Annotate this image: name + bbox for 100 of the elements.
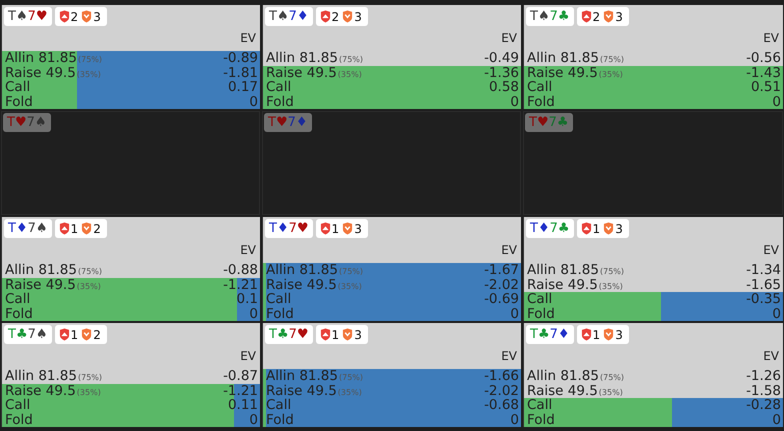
position-badge: 1 3 bbox=[576, 325, 629, 344]
shield-down-icon bbox=[603, 10, 614, 23]
hand-label: T♦7♣ bbox=[526, 219, 574, 238]
ev-header: EV bbox=[763, 349, 779, 363]
position-badge: 2 3 bbox=[54, 7, 107, 26]
ev-value: -0.56 bbox=[746, 51, 781, 66]
action-label: Call bbox=[266, 292, 292, 306]
shield-up-icon bbox=[580, 222, 592, 235]
action-label: Call bbox=[527, 398, 552, 412]
action-label: Call bbox=[527, 80, 552, 94]
action-percent: (35%) bbox=[76, 68, 101, 80]
action-percent: (35%) bbox=[598, 280, 623, 292]
ev-value: 0 bbox=[249, 306, 258, 321]
shield-up-icon bbox=[320, 222, 331, 235]
shield-up-icon bbox=[58, 10, 70, 23]
ev-value: -1.36 bbox=[484, 66, 519, 80]
hand-label: T♣7♥ bbox=[265, 325, 313, 344]
action-percent: (35%) bbox=[338, 68, 362, 80]
action-label: Call bbox=[266, 80, 292, 94]
ev-value: 0.17 bbox=[228, 80, 258, 94]
shield-down-icon bbox=[81, 328, 92, 341]
hand-label: T♦7♠ bbox=[4, 219, 52, 238]
action-percent: (75%) bbox=[338, 372, 364, 384]
ev-value: -0.68 bbox=[484, 398, 519, 412]
shield-up-icon bbox=[320, 328, 331, 341]
shield-up-icon bbox=[580, 10, 592, 23]
action-label: Allin 81.85 bbox=[266, 369, 338, 384]
ev-header: EV bbox=[501, 31, 517, 45]
ev-value: -1.43 bbox=[746, 66, 781, 80]
ev-header: EV bbox=[240, 349, 256, 363]
action-percent: (35%) bbox=[338, 386, 362, 398]
shield-up-icon bbox=[58, 222, 70, 235]
action-percent: (35%) bbox=[598, 386, 623, 398]
position-badge: 1 3 bbox=[316, 325, 368, 344]
action-label: Allin 81.85 bbox=[266, 263, 338, 278]
position-badge: 1 2 bbox=[54, 325, 107, 344]
action-label: Fold bbox=[266, 94, 294, 109]
action-percent: (75%) bbox=[600, 372, 624, 384]
action-label: Allin 81.85 bbox=[266, 51, 338, 66]
action-label: Allin 81.85 bbox=[5, 51, 77, 66]
ev-header: EV bbox=[501, 349, 517, 363]
action-percent: (75%) bbox=[78, 266, 102, 278]
ev-value: -0.89 bbox=[223, 51, 258, 66]
action-label: Fold bbox=[5, 412, 33, 427]
ev-value: -1.65 bbox=[746, 278, 781, 292]
shield-up-icon bbox=[320, 10, 331, 23]
ev-value: -1.58 bbox=[746, 384, 781, 398]
hand-label: T♥7♣ bbox=[525, 113, 573, 132]
shield-down-icon bbox=[603, 328, 614, 341]
ev-value: -1.26 bbox=[746, 369, 781, 384]
hand-label: T♠7♦ bbox=[265, 7, 313, 26]
ev-value: 0 bbox=[772, 306, 781, 321]
shield-down-icon bbox=[81, 10, 92, 23]
ev-value: -0.49 bbox=[484, 51, 519, 66]
hand-label: T♣7♠ bbox=[4, 325, 52, 344]
action-label: Raise 49.5 bbox=[266, 66, 337, 80]
hand-label: T♣7♦ bbox=[526, 325, 574, 344]
ev-value: -2.02 bbox=[484, 384, 519, 398]
position-badge: 1 2 bbox=[54, 219, 107, 238]
action-label: Fold bbox=[527, 94, 555, 109]
ev-value: 0 bbox=[772, 94, 781, 109]
ev-value: 0.11 bbox=[228, 398, 258, 412]
action-label: Call bbox=[527, 292, 552, 306]
position-badge: 2 3 bbox=[576, 7, 629, 26]
action-label: Allin 81.85 bbox=[5, 369, 77, 384]
ev-header: EV bbox=[501, 243, 517, 257]
ev-value: -2.02 bbox=[484, 278, 519, 292]
action-percent: (75%) bbox=[600, 266, 624, 278]
ev-value: -0.35 bbox=[746, 292, 781, 306]
action-percent: (35%) bbox=[76, 280, 101, 292]
action-label: Fold bbox=[527, 412, 555, 427]
ev-value: -0.28 bbox=[746, 398, 781, 412]
ev-value: -1.67 bbox=[484, 263, 519, 278]
action-label: Call bbox=[5, 80, 30, 94]
action-label: Raise 49.5 bbox=[527, 66, 598, 80]
action-label: Fold bbox=[266, 412, 294, 427]
ev-value: -1.21 bbox=[223, 278, 258, 292]
ev-value: -0.87 bbox=[223, 369, 258, 384]
action-label: Raise 49.5 bbox=[5, 278, 76, 292]
action-label: Fold bbox=[266, 306, 294, 321]
action-label: Fold bbox=[527, 306, 555, 321]
ev-value: 0.1 bbox=[236, 292, 258, 306]
action-percent: (75%) bbox=[78, 372, 102, 384]
ev-value: -1.34 bbox=[746, 263, 781, 278]
position-badge: 1 3 bbox=[576, 219, 629, 238]
ev-header: EV bbox=[240, 243, 256, 257]
shield-up-icon bbox=[58, 328, 70, 341]
action-percent: (75%) bbox=[78, 54, 102, 66]
action-percent: (35%) bbox=[598, 68, 623, 80]
action-label: Fold bbox=[5, 306, 33, 321]
ev-value: 0 bbox=[510, 412, 519, 427]
ev-header: EV bbox=[763, 31, 779, 45]
action-label: Allin 81.85 bbox=[5, 263, 77, 278]
action-percent: (35%) bbox=[338, 280, 362, 292]
ev-value: -0.69 bbox=[484, 292, 519, 306]
ev-value: -0.88 bbox=[223, 263, 258, 278]
action-label: Raise 49.5 bbox=[527, 384, 598, 398]
ev-value: 0.58 bbox=[488, 80, 519, 94]
action-label: Raise 49.5 bbox=[266, 278, 337, 292]
action-label: Raise 49.5 bbox=[5, 66, 76, 80]
